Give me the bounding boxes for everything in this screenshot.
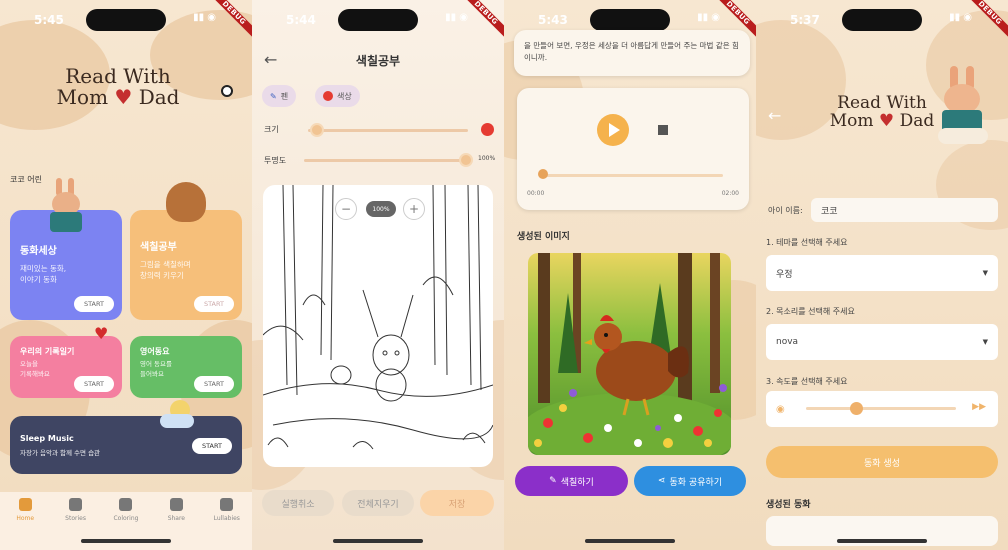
story-text-panel: 을 만들어 보면, 우정은 세상을 더 아름답게 만들어 주는 마법 같은 힘이…	[514, 30, 750, 76]
dropdown-arrow-icon: ▼	[982, 338, 988, 346]
start-button[interactable]: START	[73, 296, 114, 312]
lullaby-icon	[220, 498, 234, 511]
share-icon: ⋖	[657, 476, 666, 486]
home-icon	[18, 498, 32, 511]
forest-lineart	[263, 185, 493, 450]
voice-select[interactable]: nova ▼	[766, 324, 998, 360]
home-screen: 5:45 ▮▮ ◉ DEBUG Read With Mom ♥ Dad 코코 어…	[0, 0, 252, 550]
app-logo: Read With Mom ♥ Dad	[56, 64, 180, 109]
debug-banner: DEBUG	[206, 0, 252, 46]
size-slider[interactable]	[308, 129, 468, 132]
slow-speed-icon[interactable]: ◉	[776, 404, 785, 415]
speed-label: 3. 속도를 선택해 주세요	[766, 377, 848, 386]
start-button[interactable]: START	[191, 438, 232, 454]
share-story-button[interactable]: ⋖ 동화 공유하기	[634, 466, 746, 496]
speed-control: ◉ ▶▶	[766, 391, 998, 427]
bear-drawing-illustration	[166, 182, 206, 222]
create-story-screen: 5:37 ▮▮ ◉ DEBUG ← Read With Mom ♥ Dad 아이…	[756, 0, 1008, 550]
speed-slider-knob[interactable]	[850, 402, 863, 415]
progress-knob[interactable]	[538, 169, 548, 179]
status-time: 5:37	[790, 13, 820, 27]
status-time: 5:43	[538, 13, 568, 27]
bunny-reading-illustration	[48, 178, 88, 234]
sleep-music-card[interactable]: Sleep Music 자장가 음악과 함께 수면 습관 START	[10, 416, 242, 474]
play-icon	[609, 123, 620, 137]
brush-color-swatch[interactable]	[481, 123, 494, 136]
story-text: 을 만들어 보면, 우정은 세상을 더 아름답게 만들어 주는 마법 같은 힘이…	[524, 41, 739, 62]
coloring-card[interactable]: 색칠공부 그림을 색칠하며 창의력 키우기 START	[130, 210, 242, 320]
start-button[interactable]: START	[193, 296, 234, 312]
zoom-in-button[interactable]: +	[403, 198, 425, 220]
play-button[interactable]	[597, 114, 629, 146]
pen-tool-chip[interactable]: ✎ 펜	[262, 85, 297, 107]
brush-icon	[119, 498, 133, 511]
dropdown-arrow-icon: ▼	[982, 269, 988, 277]
start-button[interactable]: START	[193, 376, 234, 392]
heart-sticker-icon: ♥	[94, 324, 109, 343]
save-button[interactable]: 저장	[420, 490, 494, 516]
color-picker-chip[interactable]: 색상	[315, 85, 360, 107]
fast-forward-icon[interactable]: ▶▶	[972, 402, 986, 412]
clear-all-button[interactable]: 전체지우기	[342, 490, 414, 516]
generate-story-button[interactable]: 동화 생성	[766, 446, 998, 478]
pen-icon: ✎	[270, 91, 277, 101]
speed-slider[interactable]	[806, 407, 956, 410]
status-time: 5:45	[34, 13, 64, 27]
opacity-slider-knob[interactable]	[459, 153, 473, 167]
generated-image	[528, 253, 731, 455]
page-title: 색칠공부	[355, 54, 401, 68]
child-name-label: 아이 이름:	[768, 206, 803, 215]
brush-icon: ✎	[549, 476, 557, 486]
child-name-input[interactable]: 코코	[811, 198, 998, 222]
greeting-text: 코코 어린	[10, 175, 42, 184]
color-it-button[interactable]: ✎ 색칠하기	[515, 466, 628, 496]
story-screen: 5:43 ▮▮ ◉ DEBUG 을 만들어 보면, 우정은 세상을 더 아름답게…	[504, 0, 756, 550]
chat-icon	[169, 498, 183, 511]
back-arrow-icon[interactable]: ←	[768, 106, 781, 125]
profile-icon[interactable]	[221, 85, 233, 97]
english-song-card[interactable]: 영어동요 영어 동요를 들어봐요 START	[130, 336, 242, 398]
app-logo: Read With Mom ♥ Dad	[829, 93, 935, 131]
coloring-screen: 5:44 ▮▮ ◉ DEBUG ← 색칠공부 ✎ 펜 색상 크기 투명도 100%	[252, 0, 504, 550]
progress-slider[interactable]	[539, 174, 723, 177]
status-time: 5:44	[286, 13, 316, 27]
opacity-slider[interactable]	[304, 159, 468, 162]
theme-label: 1. 테마를 선택해 주세요	[766, 238, 848, 247]
time-start: 00:00	[527, 190, 545, 197]
generated-image-label: 생성된 이미지	[517, 232, 570, 242]
theme-select[interactable]: 우정 ▼	[766, 255, 998, 291]
heart-icon: ♥	[114, 85, 133, 109]
stop-button[interactable]	[658, 125, 668, 135]
heart-icon: ♥	[878, 110, 895, 131]
zoom-level: 100%	[366, 201, 396, 217]
diary-card[interactable]: 우리의 기록일기 오늘을 기록해봐요 START	[10, 336, 122, 398]
moon-cloud-illustration	[160, 400, 194, 430]
start-button[interactable]: START	[73, 376, 114, 392]
size-slider-knob[interactable]	[310, 123, 324, 137]
opacity-label: 투명도	[264, 156, 287, 165]
audio-player: 00:00 02:00	[517, 88, 749, 210]
undo-button[interactable]: 실행취소	[262, 490, 334, 516]
coloring-canvas[interactable]: − 100% +	[263, 185, 493, 467]
generated-story-label: 생성된 동화	[766, 500, 811, 510]
color-dot-icon	[323, 91, 333, 101]
opacity-value: 100%	[478, 155, 496, 162]
book-icon	[69, 498, 83, 511]
zoom-out-button[interactable]: −	[335, 198, 357, 220]
time-end: 02:00	[721, 190, 739, 197]
bunny-reading-illustration	[938, 66, 990, 148]
nav-home[interactable]: Home	[5, 498, 45, 550]
nav-lullabies[interactable]: Lullabies	[207, 498, 247, 550]
voice-label: 2. 목소리를 선택해 주세요	[766, 307, 855, 316]
size-label: 크기	[264, 125, 279, 134]
